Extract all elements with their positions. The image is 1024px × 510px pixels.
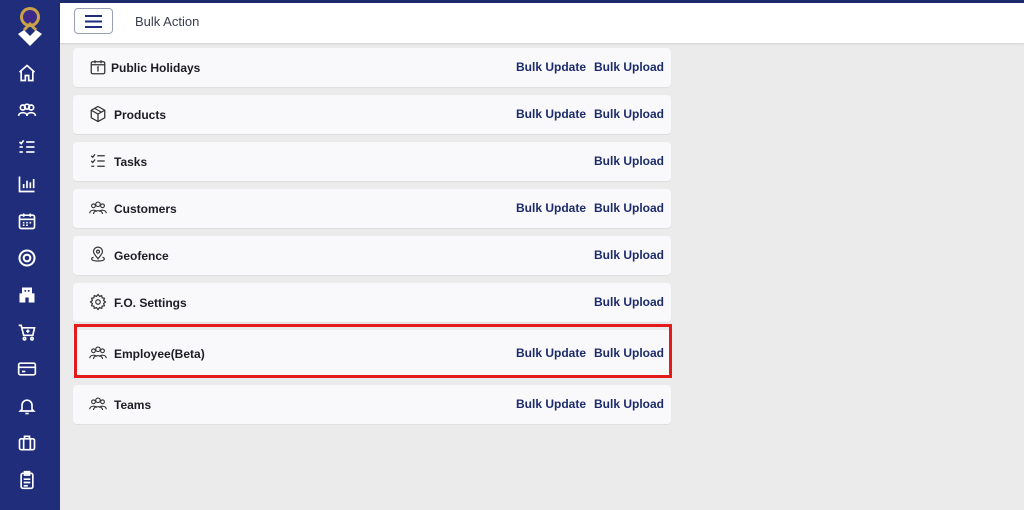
bulk-upload-link[interactable]: Bulk Upload <box>594 397 664 411</box>
location-icon <box>89 246 107 264</box>
bulk-update-link[interactable]: Bulk Update <box>516 107 586 121</box>
target-icon[interactable] <box>16 247 38 269</box>
bulk-upload-link[interactable]: Bulk Upload <box>594 154 664 168</box>
building-icon[interactable] <box>16 284 38 306</box>
list-item-teams: Teams Bulk Update Bulk Upload <box>73 385 671 424</box>
row-label: Geofence <box>114 249 169 263</box>
chart-icon[interactable] <box>16 173 38 195</box>
sidebar <box>0 0 60 510</box>
cart-icon[interactable] <box>16 321 38 343</box>
row-label: F.O. Settings <box>114 296 187 310</box>
page-title: Bulk Action <box>135 14 200 29</box>
row-label: Teams <box>114 398 152 412</box>
top-header: Bulk Action <box>60 3 1024 43</box>
briefcase-icon[interactable] <box>16 432 38 454</box>
bulk-update-link[interactable]: Bulk Update <box>516 346 586 360</box>
box-icon <box>89 105 107 123</box>
list-item-geofence: Geofence Bulk Upload <box>73 236 671 275</box>
menu-toggle-button[interactable] <box>74 8 113 34</box>
gear-icon <box>89 293 107 311</box>
hamburger-icon <box>85 14 102 28</box>
list-item-employee-beta: Employee(Beta) Bulk Update Bulk Upload <box>73 330 671 377</box>
list-item-customers: Customers Bulk Update Bulk Upload <box>73 189 671 228</box>
calendar-icon[interactable] <box>16 210 38 232</box>
bulk-upload-link[interactable]: Bulk Upload <box>594 295 664 309</box>
row-label: Customers <box>114 202 177 216</box>
bulk-update-link[interactable]: Bulk Update <box>516 60 586 74</box>
card-icon[interactable] <box>16 358 38 380</box>
bulk-update-link[interactable]: Bulk Update <box>516 397 586 411</box>
teams-icon <box>89 395 107 413</box>
list-item-products: Products Bulk Update Bulk Upload <box>73 95 671 134</box>
list-item-tasks: Tasks Bulk Upload <box>73 142 671 181</box>
row-label: Products <box>114 108 167 122</box>
tasks-icon[interactable] <box>16 136 38 158</box>
employees-icon <box>89 344 107 362</box>
calendar-icon <box>89 58 107 76</box>
home-icon[interactable] <box>16 62 38 84</box>
customers-icon <box>89 199 107 217</box>
bulk-upload-link[interactable]: Bulk Upload <box>594 346 664 360</box>
bulk-upload-link[interactable]: Bulk Upload <box>594 248 664 262</box>
app-logo[interactable] <box>12 4 48 50</box>
bulk-upload-link[interactable]: Bulk Upload <box>594 201 664 215</box>
row-label: Tasks <box>114 155 148 169</box>
list-item-fo-settings: F.O. Settings Bulk Upload <box>73 283 671 322</box>
row-label: Employee(Beta) <box>114 347 205 361</box>
bulk-upload-link[interactable]: Bulk Upload <box>594 60 664 74</box>
bulk-update-link[interactable]: Bulk Update <box>516 201 586 215</box>
row-label: Public Holidays <box>111 61 201 75</box>
checklist-icon <box>89 152 107 170</box>
list-item-public-holidays: Public Holidays Bulk Update Bulk Upload <box>73 48 671 87</box>
bulk-upload-link[interactable]: Bulk Upload <box>594 107 664 121</box>
clipboard-icon[interactable] <box>16 469 38 491</box>
users-icon[interactable] <box>16 99 38 121</box>
bulk-action-list: Public Holidays Bulk Update Bulk Upload … <box>73 48 671 432</box>
bell-icon[interactable] <box>16 395 38 417</box>
